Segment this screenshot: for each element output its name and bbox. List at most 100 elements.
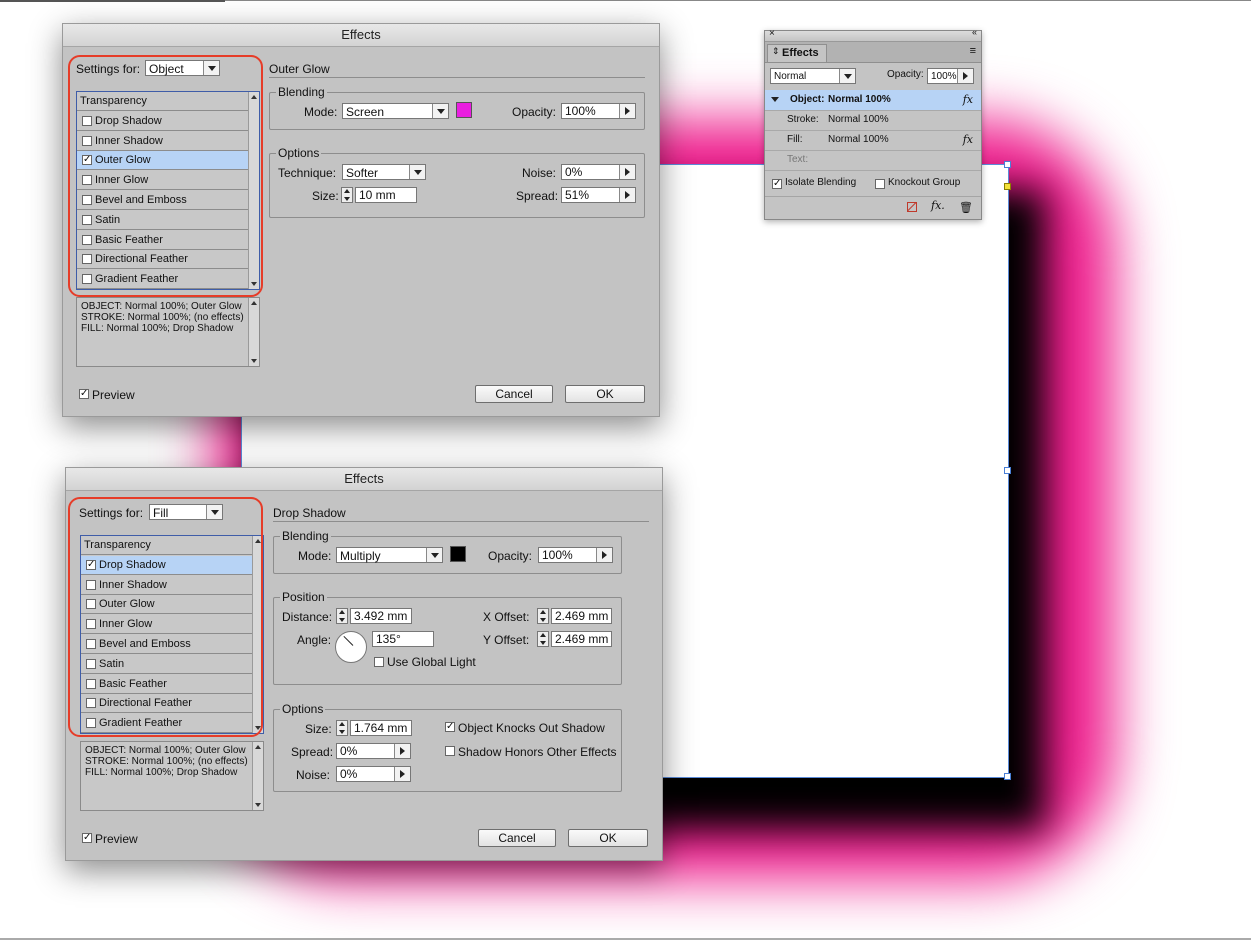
size-field[interactable]: 1.764 mm bbox=[350, 720, 412, 736]
collapse-icon[interactable]: « bbox=[972, 27, 977, 37]
noise-value: 0% bbox=[340, 767, 358, 781]
clear-effects-icon[interactable] bbox=[907, 201, 917, 212]
panel-titlebar[interactable]: × « bbox=[765, 27, 981, 42]
fx-icon[interactable]: fx bbox=[963, 130, 973, 150]
selection-handle[interactable] bbox=[1004, 773, 1011, 780]
size-stepper[interactable] bbox=[336, 720, 348, 736]
size-field[interactable]: 10 mm bbox=[355, 187, 417, 203]
panel-row[interactable]: Text: bbox=[765, 150, 981, 171]
spread-field[interactable]: 0% bbox=[336, 743, 411, 759]
options-group: Options Size: 1.764 mm Spread: 0% Noise:… bbox=[273, 702, 622, 792]
noise-value: 0% bbox=[565, 165, 583, 179]
panel-menu-icon[interactable]: ≡ bbox=[970, 45, 976, 57]
panel-row[interactable]: Object: Normal 100% fx bbox=[765, 90, 981, 111]
chevron-right-icon bbox=[619, 165, 635, 179]
mode-label: Mode: bbox=[304, 105, 338, 119]
shadow-color-swatch[interactable] bbox=[450, 546, 466, 562]
highlight-annotation bbox=[68, 55, 263, 297]
knockout-group-checkbox[interactable] bbox=[875, 179, 885, 189]
ok-button[interactable]: OK bbox=[568, 829, 648, 847]
angle-label: Angle: bbox=[297, 633, 332, 647]
disclosure-triangle-icon[interactable] bbox=[771, 97, 779, 102]
selection-handle[interactable] bbox=[1004, 467, 1011, 474]
chevron-down-icon bbox=[432, 104, 448, 118]
x-offset-field[interactable]: 2.469 mm bbox=[551, 608, 612, 624]
selection-handle-yellow[interactable] bbox=[1004, 183, 1011, 190]
mode-value: Multiply bbox=[340, 549, 381, 563]
distance-field[interactable]: 3.492 mm bbox=[350, 608, 412, 624]
panel-row-label: Object: bbox=[790, 94, 825, 105]
distance-stepper[interactable] bbox=[336, 608, 348, 624]
knockout-group-label: Knockout Group bbox=[888, 177, 961, 188]
preview-checkbox[interactable]: ✓ bbox=[79, 389, 89, 399]
size-stepper[interactable] bbox=[341, 187, 353, 203]
effects-panel-rows: Object: Normal 100% fx Stroke: Normal 100% Fi… bbox=[765, 90, 981, 171]
panel-row[interactable]: Fill: Normal 100% fx bbox=[765, 130, 981, 151]
noise-field[interactable]: 0% bbox=[561, 164, 636, 180]
angle-field[interactable]: 135° bbox=[372, 631, 434, 647]
blending-title: Blending bbox=[276, 85, 327, 99]
y-offset-field[interactable]: 2.469 mm bbox=[551, 631, 612, 647]
summary-line: STROKE: Normal 100%; (no effects) bbox=[81, 312, 244, 323]
options-group: Options Technique: Softer Noise: 0% Size… bbox=[269, 146, 645, 218]
panel-row-label: Stroke: bbox=[787, 114, 819, 125]
knocks-out-label: Object Knocks Out Shadow bbox=[458, 721, 605, 735]
technique-select[interactable]: Softer bbox=[342, 164, 426, 180]
use-global-light-checkbox[interactable] bbox=[374, 657, 384, 667]
technique-value: Softer bbox=[346, 166, 379, 180]
x-offset-stepper[interactable] bbox=[537, 608, 549, 624]
highlight-annotation bbox=[68, 497, 263, 737]
knocks-out-checkbox[interactable]: ✓ bbox=[445, 722, 455, 732]
section-title: Drop Shadow bbox=[273, 506, 346, 520]
opacity-field[interactable]: 100% bbox=[561, 103, 636, 119]
selection-handle[interactable] bbox=[1004, 161, 1011, 168]
cancel-button[interactable]: Cancel bbox=[475, 385, 553, 403]
spread-value: 51% bbox=[565, 188, 590, 202]
panel-row[interactable]: Stroke: Normal 100% bbox=[765, 110, 981, 131]
chevron-right-icon bbox=[619, 188, 635, 202]
fx-icon[interactable]: fx bbox=[963, 90, 973, 110]
scroll-up-icon bbox=[251, 301, 257, 305]
mode-select[interactable]: Multiply bbox=[336, 547, 443, 563]
angle-dial-needle bbox=[343, 635, 354, 646]
technique-label: Technique: bbox=[278, 166, 337, 180]
panel-row-value: Normal 100% bbox=[828, 114, 889, 125]
scroll-up-icon bbox=[255, 745, 261, 749]
spread-label: Spread: bbox=[516, 189, 559, 203]
mode-value: Screen bbox=[346, 105, 385, 119]
glow-color-swatch[interactable] bbox=[456, 102, 472, 118]
blend-mode-select[interactable]: Normal bbox=[770, 68, 856, 84]
isolate-blending-checkbox[interactable]: ✓ bbox=[772, 179, 782, 189]
chevron-down-icon bbox=[839, 69, 855, 83]
options-title: Options bbox=[280, 702, 326, 716]
preview-checkbox[interactable]: ✓ bbox=[82, 833, 92, 843]
close-icon[interactable]: × bbox=[769, 28, 775, 39]
spread-field[interactable]: 51% bbox=[561, 187, 636, 203]
cancel-button[interactable]: Cancel bbox=[478, 829, 556, 847]
opacity-field[interactable]: 100% bbox=[927, 68, 974, 84]
panel-row-value: Normal 100% bbox=[828, 94, 891, 105]
noise-field[interactable]: 0% bbox=[336, 766, 411, 782]
noise-label: Noise: bbox=[296, 768, 331, 782]
fx-menu-icon[interactable]: fx. bbox=[931, 199, 945, 212]
section-title: Outer Glow bbox=[269, 62, 330, 76]
ok-button[interactable]: OK bbox=[565, 385, 645, 403]
tab-label: Effects bbox=[782, 47, 819, 59]
opacity-field[interactable]: 100% bbox=[538, 547, 613, 563]
spread-value: 0% bbox=[340, 744, 358, 758]
summary-line: OBJECT: Normal 100%; Outer Glow bbox=[81, 301, 242, 312]
top-border-dark bbox=[0, 0, 225, 2]
honors-effects-checkbox[interactable] bbox=[445, 746, 455, 756]
summary-scrollbar[interactable] bbox=[252, 742, 263, 810]
opacity-label: Opacity: bbox=[887, 69, 924, 80]
angle-dial[interactable] bbox=[335, 631, 367, 663]
use-global-light-label: Use Global Light bbox=[387, 655, 476, 669]
tab-effects[interactable]: ⇕ Effects bbox=[767, 44, 827, 62]
summary-scrollbar[interactable] bbox=[248, 298, 259, 366]
dialog-title: Effects bbox=[66, 468, 662, 491]
scroll-down-icon bbox=[255, 803, 261, 807]
trash-icon[interactable]: 🗑 bbox=[959, 201, 973, 214]
mode-select[interactable]: Screen bbox=[342, 103, 449, 119]
y-offset-stepper[interactable] bbox=[537, 631, 549, 647]
divider bbox=[273, 521, 649, 522]
